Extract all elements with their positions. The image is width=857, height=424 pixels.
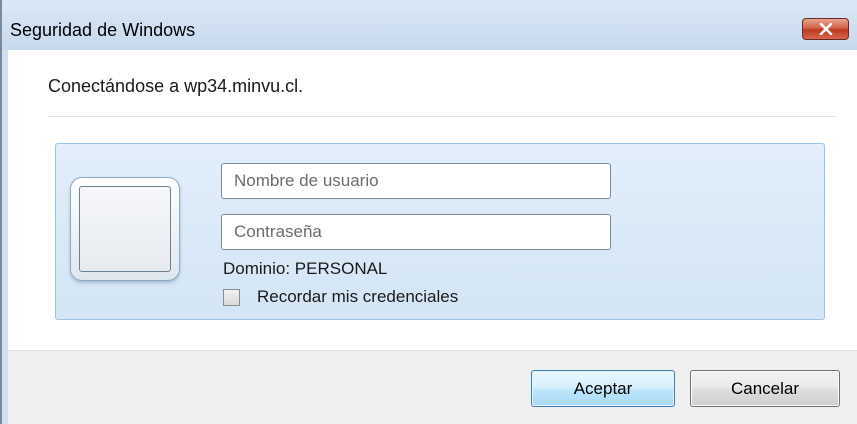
credential-tile[interactable]: Dominio: PERSONAL Recordar mis credencia… — [55, 143, 825, 320]
username-input[interactable] — [221, 163, 611, 199]
security-dialog: Seguridad de Windows Conectándose a wp34… — [0, 0, 857, 424]
cancel-button[interactable]: Cancelar — [690, 370, 840, 407]
accept-button[interactable]: Aceptar — [531, 370, 675, 407]
remember-credentials-option[interactable]: Recordar mis credenciales — [223, 287, 458, 307]
window-title: Seguridad de Windows — [10, 20, 196, 40]
user-tile-picture — [79, 186, 171, 272]
close-x-icon — [819, 23, 832, 35]
dialog-content: Conectándose a wp34.minvu.cl. Dominio: P… — [8, 50, 857, 424]
user-tile-icon — [70, 177, 180, 281]
close-button[interactable] — [802, 18, 849, 40]
separator — [48, 116, 835, 117]
remember-credentials-checkbox[interactable] — [223, 288, 240, 306]
domain-label: Dominio: PERSONAL — [223, 259, 388, 278]
connecting-message: Conectándose a wp34.minvu.cl. — [48, 76, 304, 96]
dialog-footer: Aceptar Cancelar — [8, 350, 857, 424]
password-input[interactable] — [221, 214, 611, 250]
title-bar[interactable]: Seguridad de Windows — [2, 0, 857, 50]
remember-credentials-label[interactable]: Recordar mis credenciales — [257, 287, 458, 307]
